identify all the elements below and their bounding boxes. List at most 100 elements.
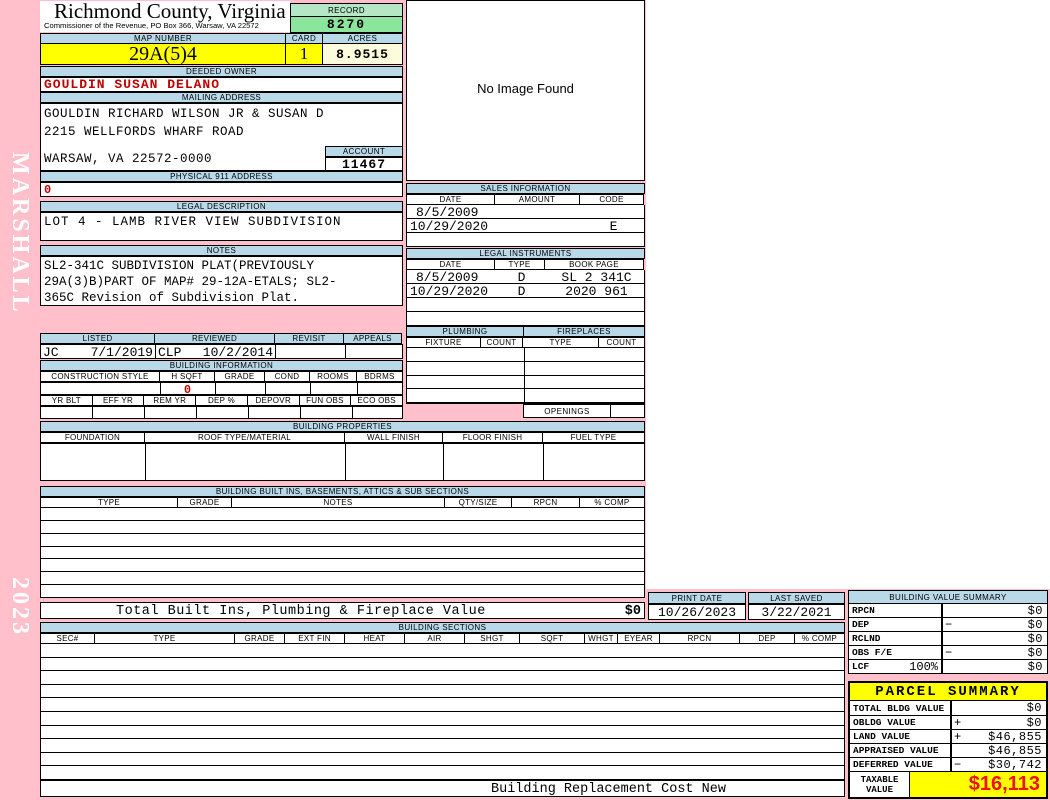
ps-amount: $30,742	[988, 757, 1042, 772]
plumbing-col-count: COUNT	[480, 337, 523, 348]
col-eco-obs: ECO OBS	[350, 395, 404, 406]
col-eyear: EYEAR	[617, 633, 660, 644]
parcel-summary: PARCEL SUMMARY TOTAL BLDG VALUE $0 OBLDG…	[848, 681, 1048, 799]
building-sections-row-empty	[41, 685, 844, 699]
instrument-type: D	[517, 270, 526, 285]
review-divider	[345, 345, 346, 358]
value-summary-row: OBS F/E − $0	[849, 645, 1047, 660]
ps-label: OBLDG VALUE	[853, 717, 916, 728]
building-sections-row-empty	[41, 726, 844, 740]
vs-amount: $0	[1027, 659, 1043, 674]
sales-col-code: CODE	[579, 194, 644, 205]
mailing-line-3: WARSAW, VA 22572-0000	[44, 152, 213, 166]
ps-op: +	[954, 729, 962, 744]
ps-amount: $46,855	[988, 743, 1042, 758]
vs-amount: $0	[1027, 631, 1043, 646]
building-sections-body	[40, 644, 845, 780]
record-value: 8270	[290, 16, 403, 33]
divider	[345, 444, 346, 480]
col-rooms: ROOMS	[309, 371, 357, 382]
divider	[265, 383, 266, 394]
instruments-col-date: DATE	[406, 259, 495, 270]
building-sections-row-empty	[41, 698, 844, 712]
instrument-row: 10/29/2020 D 2020 961	[407, 284, 644, 299]
notes-line-2: 29A(3)B)PART OF MAP# 29-12A-ETALS; SL2-	[44, 275, 337, 289]
commissioner-address: Commissioner of the Revenue, PO Box 366,…	[44, 21, 259, 30]
fireplaces-col-type: TYPE	[522, 337, 599, 348]
notes-line-3: 365C Revision of Subdivision Plat.	[44, 291, 300, 305]
sales-row: 8/5/2009	[407, 205, 644, 220]
vs-amount: $0	[1027, 617, 1043, 632]
building-info-value-row2	[40, 406, 403, 419]
col-grade: GRADE	[234, 633, 285, 644]
divider	[92, 407, 93, 418]
col-sec: SEC#	[40, 633, 95, 644]
notes-block: SL2-341C SUBDIVISION PLAT(PREVIOUSLY 29A…	[40, 256, 403, 306]
building-info-header-row2: YR BLT EFF YR REM YR DEP % DEPOVR FUN OB…	[40, 395, 404, 406]
vs-label: LCF	[852, 661, 870, 672]
review-col-revisit: REVISIT	[274, 333, 344, 344]
instruments-header-row: DATE TYPE BOOK PAGE	[406, 259, 645, 270]
col-air: AIR	[404, 633, 465, 644]
divider	[144, 407, 145, 418]
year-watermark: 2023	[7, 577, 33, 637]
plumbing-title: PLUMBING	[406, 326, 524, 337]
plumbing-col-fixture: FIXTURE	[406, 337, 481, 348]
built-ins-row-empty	[41, 521, 644, 534]
col-rpcn: RPCN	[659, 633, 740, 644]
review-divider	[155, 345, 156, 358]
building-sections-title: BUILDING SECTIONS	[40, 622, 845, 633]
value-summary-row: DEP − $0	[849, 617, 1047, 632]
plumbing-fireplaces-divider	[524, 348, 525, 403]
plumbing-fireplaces-body	[406, 348, 645, 404]
ps-op: +	[954, 715, 962, 730]
review-col-listed: LISTED	[40, 333, 155, 344]
sales-col-amount: AMOUNT	[494, 194, 580, 205]
physical-911-label: PHYSICAL 911 ADDRESS	[40, 171, 403, 182]
col-roof-type: ROOF TYPE/MATERIAL	[144, 432, 345, 443]
ps-amount: $0	[1026, 715, 1042, 730]
building-sections-row-empty	[41, 753, 844, 767]
county-title-block: Richmond County, Virginia Commissioner o…	[40, 0, 290, 32]
instrument-row-empty	[407, 312, 644, 325]
legal-description-value: LOT 4 - LAMB RIVER VIEW SUBDIVISION	[44, 215, 342, 229]
listed-date: 7/1/2019	[90, 345, 153, 360]
last-saved-value: 3/22/2021	[748, 604, 845, 620]
col-foundation: FOUNDATION	[40, 432, 145, 443]
building-properties-body	[40, 443, 645, 481]
col-bdrms: BDRMS	[356, 371, 403, 382]
building-info-value-row1: 0	[40, 382, 403, 397]
account-value: 11467	[325, 157, 403, 172]
vs-op: −	[945, 645, 953, 660]
review-col-reviewed: REVIEWED	[154, 333, 275, 344]
mailing-address-label: MAILING ADDRESS	[40, 92, 403, 103]
col-fuel-type: FUEL TYPE	[542, 432, 645, 443]
building-sections-row-empty	[41, 766, 844, 779]
divider	[443, 444, 444, 480]
instruments-col-type: TYPE	[494, 259, 545, 270]
divider	[310, 383, 311, 394]
building-info-header-row1: CONSTRUCTION STYLE H SQFT GRADE COND ROO…	[40, 371, 403, 382]
ps-amount: $46,855	[988, 729, 1042, 744]
col-heat: HEAT	[344, 633, 405, 644]
divider	[215, 383, 216, 394]
instruments-col-bookpage: BOOK PAGE	[544, 259, 644, 270]
review-divider	[275, 345, 276, 358]
physical-911-value: 0	[40, 182, 403, 197]
col-construction-style: CONSTRUCTION STYLE	[40, 371, 160, 382]
record-label: RECORD	[290, 3, 403, 17]
property-record-card: { "page": {"watermark": "MARSHALL", "yea…	[0, 0, 1050, 800]
built-ins-row-empty	[41, 585, 644, 597]
reviewed-by: CLP	[158, 345, 182, 360]
col-shgt: SHGT	[464, 633, 520, 644]
instrument-row-empty	[407, 298, 644, 312]
building-sections-footer-row: Building Replacement Cost New	[40, 780, 845, 797]
vs-label: OBS F/E	[852, 647, 892, 658]
divider	[352, 407, 353, 418]
vs-label: DEP	[852, 619, 870, 630]
card-value: 1	[285, 43, 323, 65]
sale-code: E	[609, 219, 618, 234]
col-dep-pct: DEP %	[195, 395, 248, 406]
parcel-summary-row: DEFERRED VALUE − $30,742	[850, 757, 1046, 772]
ps-op: −	[954, 757, 962, 772]
